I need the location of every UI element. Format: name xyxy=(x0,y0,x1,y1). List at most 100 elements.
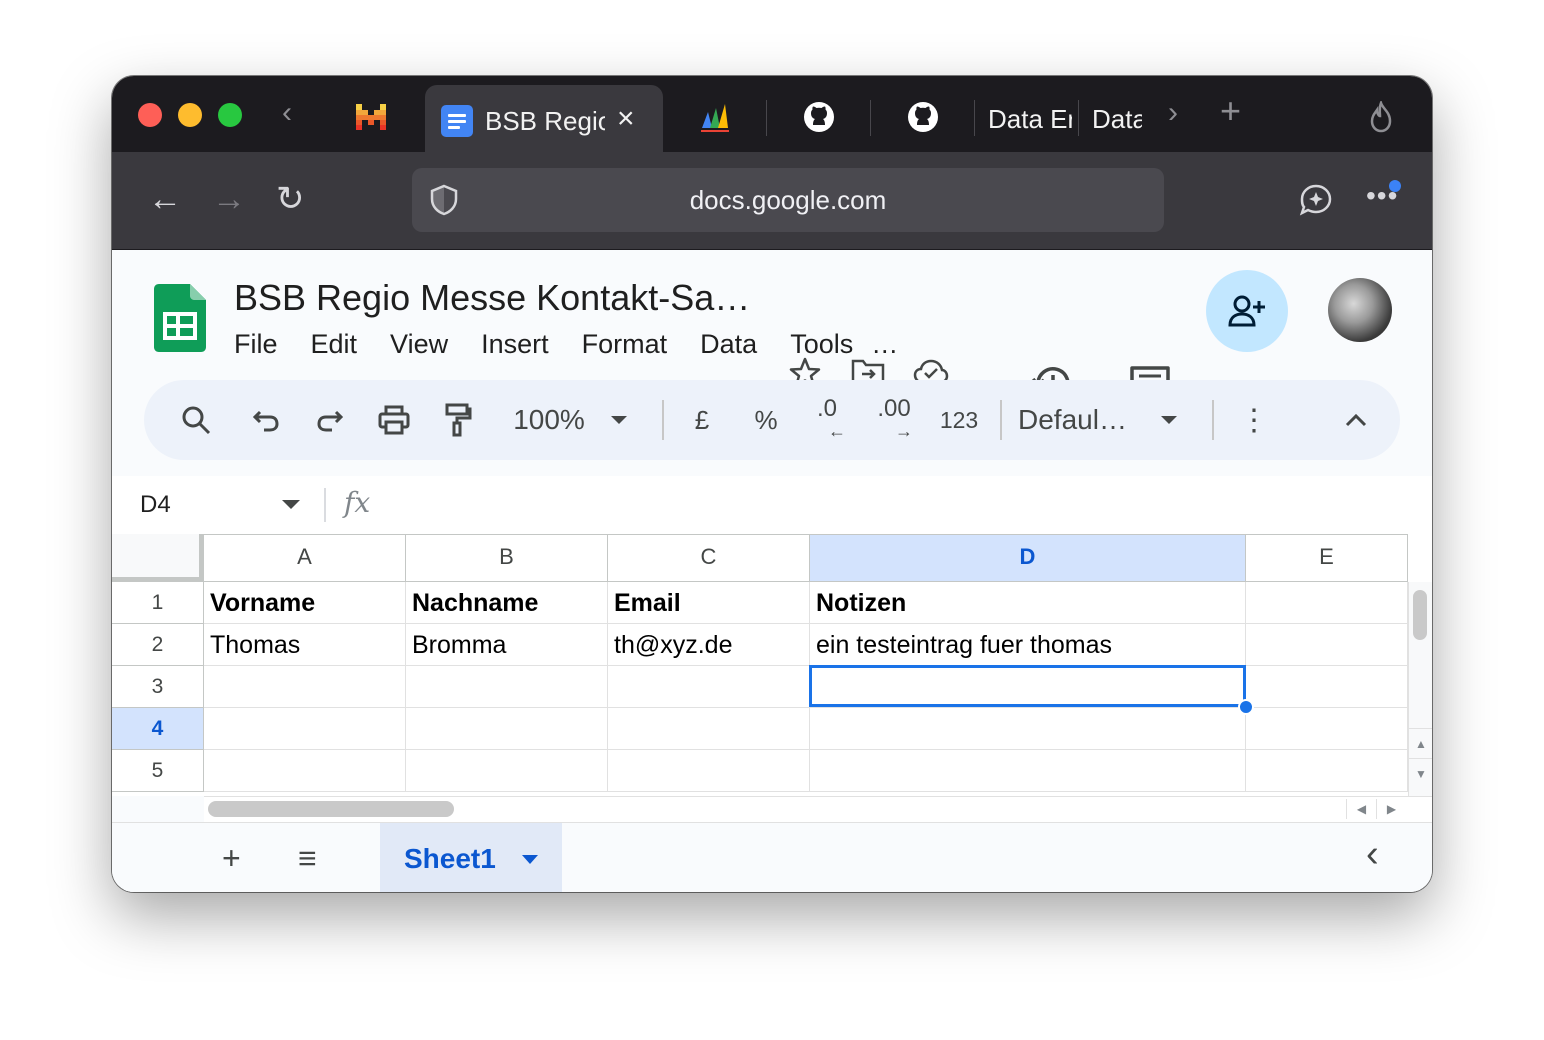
close-window-button[interactable] xyxy=(138,103,162,127)
paint-format-icon[interactable] xyxy=(436,380,480,460)
pinned-tab-colab[interactable] xyxy=(698,100,732,134)
increase-decimal-button[interactable]: .00 → xyxy=(864,380,924,460)
column-header-e[interactable]: E xyxy=(1246,534,1408,582)
cell-c3[interactable] xyxy=(608,666,810,708)
google-sheets-icon[interactable] xyxy=(154,284,206,352)
sheet-tab-sheet1[interactable]: Sheet1 xyxy=(380,823,562,892)
tab-data-2[interactable]: Data xyxy=(1092,103,1142,135)
cell-b1[interactable]: Nachname xyxy=(406,582,608,624)
row-header-4[interactable]: 4 xyxy=(112,708,204,750)
all-sheets-button[interactable]: ≡ xyxy=(298,841,317,875)
column-header-c[interactable]: C xyxy=(608,534,810,582)
reload-icon[interactable]: ↻ xyxy=(276,182,305,216)
new-tab-icon[interactable]: + xyxy=(1220,93,1241,129)
cell-c1[interactable]: Email xyxy=(608,582,810,624)
cell-e3[interactable] xyxy=(1246,666,1408,708)
cell-e4[interactable] xyxy=(1246,708,1408,750)
menu-file[interactable]: File xyxy=(234,326,278,362)
row-header-5[interactable]: 5 xyxy=(112,750,204,792)
tab-active-sheet[interactable]: BSB Regio Messe Kontakt-Sammlung × xyxy=(425,85,663,152)
cell-d4[interactable] xyxy=(810,708,1246,750)
cell-c2[interactable]: th@xyz.de xyxy=(608,624,810,666)
flame-icon[interactable] xyxy=(1364,100,1398,134)
collapse-toolbar-icon[interactable] xyxy=(1334,380,1378,460)
scroll-right-icon[interactable]: ▶ xyxy=(1376,799,1406,819)
column-header-d[interactable]: D xyxy=(810,534,1246,582)
cell-b2[interactable]: Bromma xyxy=(406,624,608,666)
redo-icon[interactable] xyxy=(308,380,352,460)
percent-format-button[interactable]: % xyxy=(746,380,786,460)
fill-handle[interactable] xyxy=(1238,699,1254,715)
zoom-caret-icon[interactable] xyxy=(604,380,634,460)
scroll-left-icon[interactable]: ◀ xyxy=(1346,799,1376,819)
tab-scroll-right-icon[interactable]: › xyxy=(1168,98,1178,128)
cell-c4[interactable] xyxy=(608,708,810,750)
cell-e5[interactable] xyxy=(1246,750,1408,792)
menu-view[interactable]: View xyxy=(390,326,448,362)
scroll-down-icon[interactable]: ▼ xyxy=(1409,758,1432,788)
menu-edit[interactable]: Edit xyxy=(311,326,358,362)
cell-e2[interactable] xyxy=(1246,624,1408,666)
print-icon[interactable] xyxy=(372,380,416,460)
tab-close-icon[interactable]: × xyxy=(617,102,635,136)
cell-e1[interactable] xyxy=(1246,582,1408,624)
font-caret-icon[interactable] xyxy=(1154,380,1184,460)
menu-format[interactable]: Format xyxy=(582,326,668,362)
cell-a3[interactable] xyxy=(204,666,406,708)
name-box[interactable]: D4 xyxy=(140,490,171,520)
menu-more[interactable]: … xyxy=(871,326,898,362)
currency-format-button[interactable]: £ xyxy=(682,380,722,460)
user-avatar[interactable] xyxy=(1328,278,1392,342)
tab-data-1[interactable]: Data Er xyxy=(988,103,1072,135)
zoom-window-button[interactable] xyxy=(218,103,242,127)
back-arrow-icon[interactable]: ← xyxy=(148,182,182,216)
cell-d5[interactable] xyxy=(810,750,1246,792)
column-header-b[interactable]: B xyxy=(406,534,608,582)
collapse-side-panel-icon[interactable]: ‹ xyxy=(1366,835,1379,873)
forward-arrow-icon[interactable]: → xyxy=(212,182,246,216)
sheet-tab-caret-icon[interactable] xyxy=(522,855,538,864)
cell-c5[interactable] xyxy=(608,750,810,792)
undo-icon[interactable] xyxy=(244,380,288,460)
horizontal-scrollbar[interactable]: ◀ ▶ xyxy=(204,796,1432,822)
more-formats-button[interactable]: 123 xyxy=(934,380,984,460)
menu-insert[interactable]: Insert xyxy=(481,326,549,362)
column-header-a[interactable]: A xyxy=(204,534,406,582)
vertical-scrollbar[interactable]: ▲ ▼ xyxy=(1408,582,1432,796)
cell-d2[interactable]: ein testeintrag fuer thomas xyxy=(810,624,1246,666)
search-menus-icon[interactable] xyxy=(174,380,218,460)
select-all-corner[interactable] xyxy=(112,534,204,582)
decrease-decimal-button[interactable]: .0 ← xyxy=(802,380,852,460)
minimize-window-button[interactable] xyxy=(178,103,202,127)
pinned-tab-github-1[interactable] xyxy=(802,100,836,134)
pinned-tab-github-2[interactable] xyxy=(906,100,940,134)
tab-scroll-left-icon[interactable]: ‹ xyxy=(282,98,292,128)
menu-tools[interactable]: Tools xyxy=(790,326,853,362)
cell-a5[interactable] xyxy=(204,750,406,792)
address-bar[interactable]: docs.google.com xyxy=(412,168,1164,232)
cell-b3[interactable] xyxy=(406,666,608,708)
zoom-select[interactable]: 100% xyxy=(504,380,594,460)
name-box-caret-icon[interactable] xyxy=(282,500,300,509)
row-header-3[interactable]: 3 xyxy=(112,666,204,708)
row-header-1[interactable]: 1 xyxy=(112,582,204,624)
horizontal-scroll-thumb[interactable] xyxy=(208,801,454,817)
more-toolbar-icon[interactable]: ⋮ xyxy=(1234,380,1274,460)
menu-data[interactable]: Data xyxy=(700,326,757,362)
formula-input[interactable] xyxy=(392,486,1392,524)
cell-d1[interactable]: Notizen xyxy=(810,582,1246,624)
cell-b4[interactable] xyxy=(406,708,608,750)
scroll-up-icon[interactable]: ▲ xyxy=(1409,728,1432,758)
assistant-chat-icon[interactable] xyxy=(1298,182,1334,218)
row-header-2[interactable]: 2 xyxy=(112,624,204,666)
pinned-tab-mistral[interactable] xyxy=(354,100,388,134)
font-select[interactable]: Defaul… xyxy=(1018,380,1142,460)
cell-a4[interactable] xyxy=(204,708,406,750)
document-title[interactable]: BSB Regio Messe Kontakt-Sa… xyxy=(234,276,750,320)
cell-a1[interactable]: Vorname xyxy=(204,582,406,624)
vertical-scroll-thumb[interactable] xyxy=(1413,590,1427,640)
cell-a2[interactable]: Thomas xyxy=(204,624,406,666)
cell-b5[interactable] xyxy=(406,750,608,792)
share-button[interactable] xyxy=(1206,270,1288,352)
add-sheet-button[interactable]: + xyxy=(222,841,241,875)
